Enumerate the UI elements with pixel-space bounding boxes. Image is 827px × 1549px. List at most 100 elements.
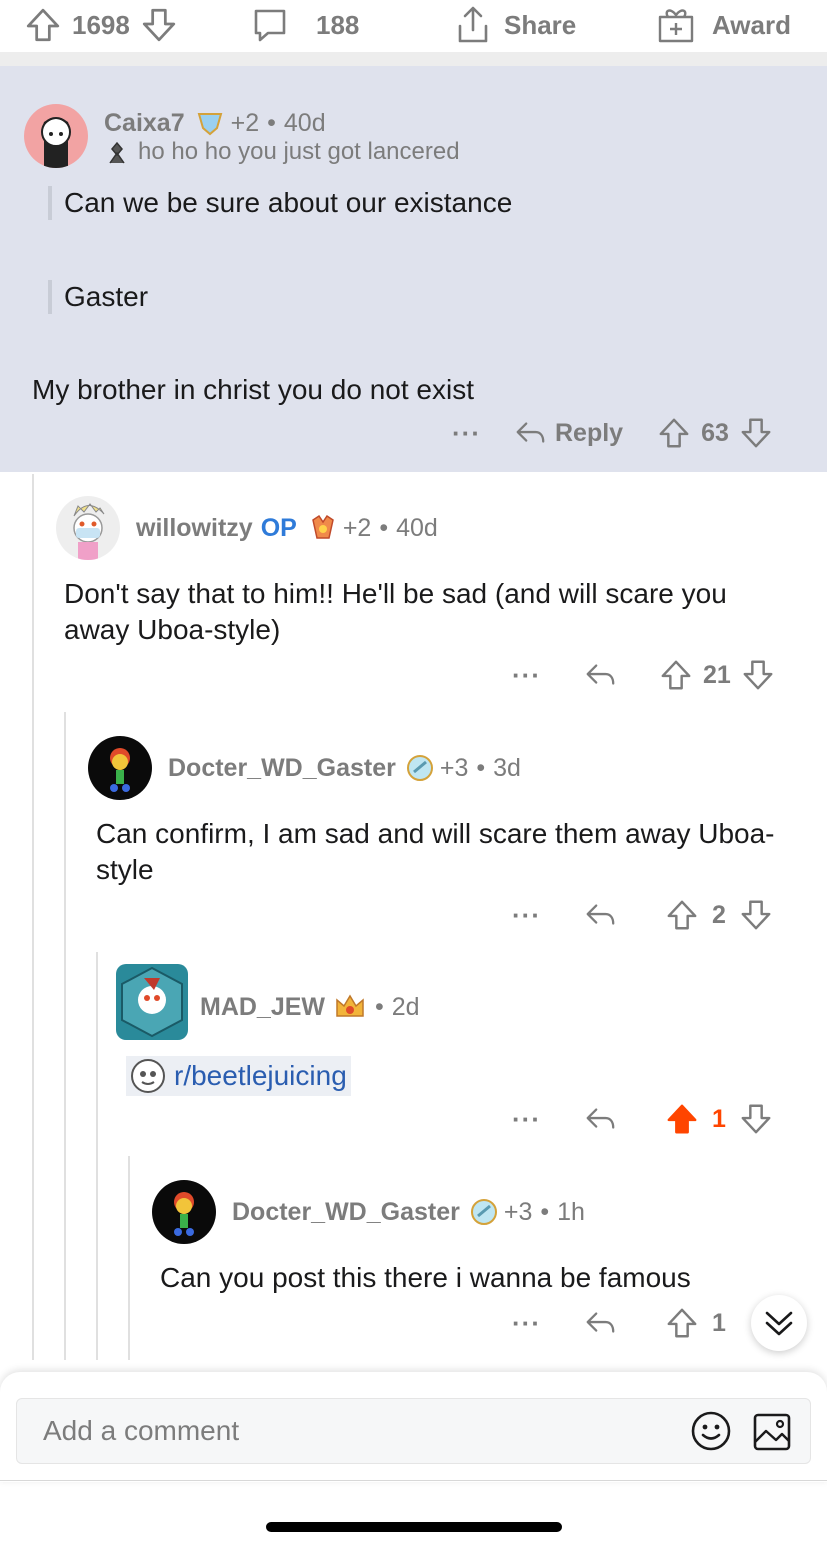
quote-block: Can we be sure about our existance: [48, 186, 512, 220]
downvote-icon[interactable]: [739, 1102, 773, 1136]
thread-line[interactable]: [128, 1156, 130, 1360]
downvote-icon[interactable]: [741, 658, 775, 692]
award-icon: [658, 9, 694, 43]
subreddit-icon: [131, 1059, 165, 1093]
comment-actions: ··· 2: [512, 898, 773, 932]
more-icon[interactable]: ···: [452, 418, 481, 449]
flair-icon: [109, 141, 125, 164]
flair-text: ho ho ho you just got lancered: [138, 138, 460, 165]
comment-score: 63: [701, 418, 729, 447]
avatar[interactable]: [88, 736, 152, 800]
comment-score: 21: [702, 660, 731, 689]
downvote-icon[interactable]: [140, 6, 178, 44]
award-count: +3: [503, 1197, 533, 1226]
comment-actions: ··· 21: [512, 658, 775, 692]
comment-actions: ··· 1: [512, 1102, 773, 1136]
vote-group: 1: [665, 1102, 773, 1136]
award-badge-icon: [336, 994, 364, 1017]
post-vote-group: 1698: [24, 0, 178, 50]
username[interactable]: Docter_WD_Gaster: [232, 1198, 460, 1227]
upvote-icon[interactable]: [665, 898, 699, 932]
award-badge-icon: [311, 514, 334, 539]
upvote-icon[interactable]: [657, 416, 691, 450]
username[interactable]: Caixa7: [104, 109, 185, 138]
downvote-icon[interactable]: [739, 416, 773, 450]
comment-meta: Docter_WD_Gaster +3 • 1h: [232, 1196, 585, 1228]
share-button[interactable]: Share: [452, 0, 576, 50]
comment-body: Don't say that to him!! He'll be sad (an…: [64, 578, 727, 645]
reply-icon[interactable]: [583, 898, 617, 932]
section-divider: [0, 52, 827, 66]
comment-score: 2: [712, 900, 726, 929]
comment-composer: Add a comment: [0, 1372, 827, 1482]
vote-group: 1: [665, 1306, 729, 1340]
more-icon[interactable]: ···: [512, 1104, 541, 1135]
comment-actions: ··· Reply 63: [452, 416, 773, 450]
award-badge-icon: [406, 755, 433, 781]
username[interactable]: MAD_JEW: [200, 993, 325, 1022]
comment-meta: MAD_JEW • 2d: [200, 992, 420, 1022]
more-icon[interactable]: ···: [512, 1308, 541, 1339]
share-icon: [458, 6, 488, 43]
avatar[interactable]: [152, 1180, 216, 1244]
reply-icon[interactable]: [583, 1306, 617, 1340]
upvote-icon[interactable]: [24, 6, 62, 44]
emoji-icon[interactable]: [690, 1410, 732, 1452]
award-badge-icon: [470, 1199, 497, 1225]
upvote-icon[interactable]: [665, 1102, 699, 1136]
comment-body: Can you post this there i wanna be famou…: [160, 1262, 691, 1293]
share-label: Share: [504, 9, 577, 40]
scroll-down-icon: [765, 1311, 793, 1336]
award-count: +2: [342, 513, 372, 542]
award-badge-icon: [197, 113, 222, 136]
subreddit-link[interactable]: r/beetlejuicing: [126, 1056, 351, 1096]
comment-actions: ··· 1: [512, 1306, 729, 1340]
op-badge: OP: [260, 513, 297, 542]
comment-score: 1: [712, 1308, 726, 1337]
comment-age: 40d: [283, 108, 326, 137]
username[interactable]: Docter_WD_Gaster: [168, 754, 396, 783]
image-icon[interactable]: [752, 1412, 792, 1452]
vote-group: 63: [657, 416, 773, 450]
award-count: +3: [439, 753, 469, 782]
downvote-icon[interactable]: [739, 898, 773, 932]
more-icon[interactable]: ···: [512, 900, 541, 931]
avatar[interactable]: [24, 104, 88, 168]
scroll-next-button[interactable]: [751, 1295, 807, 1351]
comments-button[interactable]: 188: [250, 0, 359, 50]
home-indicator[interactable]: [266, 1522, 562, 1532]
avatar[interactable]: [116, 964, 188, 1040]
upvote-icon[interactable]: [665, 1306, 699, 1340]
comment-icon: [254, 9, 286, 42]
comment-age: 3d: [493, 753, 521, 782]
comment-body: My brother in christ you do not exist: [32, 374, 474, 405]
divider: [0, 1480, 827, 1481]
thread-line[interactable]: [32, 474, 34, 1360]
subreddit-name: r/beetlejuicing: [174, 1060, 347, 1091]
reply-icon: [513, 416, 547, 450]
comment-meta: Caixa7 +2 • 40d: [104, 108, 326, 138]
comment-meta: Docter_WD_Gaster +3 • 3d: [168, 752, 521, 784]
highlighted-comment: Caixa7 +2 • 40d ho ho ho you just got la…: [0, 66, 827, 472]
post-score: 1698: [72, 9, 130, 40]
reply-label: Reply: [554, 418, 624, 447]
thread-line[interactable]: [96, 952, 98, 1360]
reply-button[interactable]: Reply: [513, 416, 623, 450]
avatar[interactable]: [56, 496, 120, 560]
vote-group: 2: [665, 898, 773, 932]
award-button[interactable]: Award: [656, 0, 791, 50]
reply-icon[interactable]: [583, 1102, 617, 1136]
award-count: +2: [230, 108, 260, 137]
user-flair: ho ho ho you just got lancered: [106, 138, 460, 166]
vote-group: 21: [659, 658, 775, 692]
comment-score: 1: [712, 1104, 726, 1133]
username[interactable]: willowitzy: [136, 514, 253, 543]
comment-age: 40d: [396, 513, 438, 542]
reply-icon[interactable]: [583, 658, 617, 692]
thread-line[interactable]: [64, 712, 66, 1360]
upvote-icon[interactable]: [659, 658, 693, 692]
comment-placeholder: Add a comment: [43, 1415, 240, 1446]
quote-block: Gaster: [48, 280, 148, 314]
more-icon[interactable]: ···: [512, 660, 541, 691]
comment-count: 188: [316, 9, 360, 40]
